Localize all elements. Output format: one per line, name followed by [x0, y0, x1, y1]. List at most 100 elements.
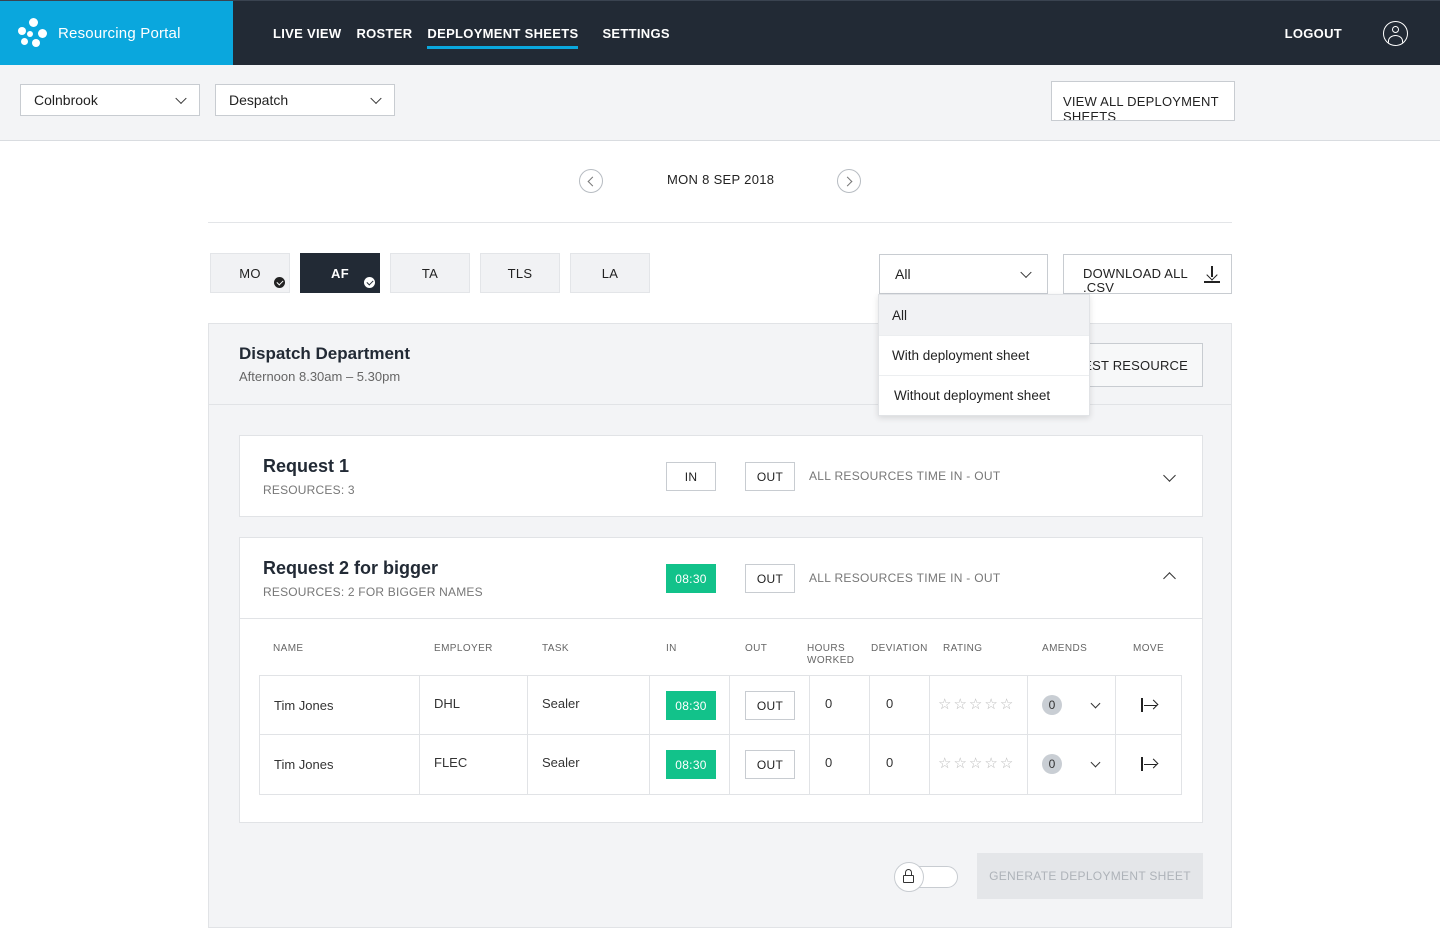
cell-out: OUT [730, 676, 810, 735]
shift-tab-label: TA [421, 265, 439, 281]
star-icon[interactable]: ☆ [984, 697, 997, 712]
move-arrow-icon[interactable] [1141, 757, 1159, 771]
row-time-in-button[interactable]: 08:30 [666, 691, 716, 720]
row-time-in-button[interactable]: 08:30 [666, 750, 716, 779]
star-icon[interactable]: ☆ [969, 697, 982, 712]
department-shift-time: Afternoon 8.30am – 5.30pm [239, 369, 401, 384]
shift-tab-af[interactable]: AF [300, 253, 380, 293]
nav-settings[interactable]: SETTINGS [602, 22, 669, 45]
star-icon[interactable]: ☆ [969, 756, 982, 771]
time-out-button[interactable]: OUT [745, 462, 795, 491]
amends-count-badge: 0 [1042, 754, 1062, 774]
time-in-button[interactable]: 08:30 [666, 564, 716, 593]
column-header-in: IN [666, 643, 677, 654]
nav-deployment-sheets[interactable]: DEPLOYMENT SHEETS [427, 22, 579, 49]
nav-live-view[interactable]: LIVE VIEW [273, 22, 341, 45]
row-time-out-button[interactable]: OUT [745, 691, 795, 720]
cell-employer: FLEC [420, 735, 528, 794]
table-row: Tim Jones DHL Sealer 08:30 OUT 0 0 ☆ ☆ ☆ ☆ ☆… [259, 675, 1182, 735]
star-icon[interactable]: ☆ [938, 697, 951, 712]
star-rating[interactable]: ☆ ☆ ☆ ☆ ☆ [938, 697, 1013, 712]
check-circle-icon [274, 277, 285, 288]
star-icon[interactable]: ☆ [938, 756, 951, 771]
column-header-amends: AMENDS [1042, 643, 1088, 654]
cell-task: Sealer [528, 735, 650, 794]
chevron-down-icon[interactable] [1163, 469, 1176, 482]
chevron-down-icon[interactable] [1090, 698, 1101, 709]
time-in-button[interactable]: IN [666, 462, 716, 491]
hours-worked-value: 0 [825, 755, 833, 770]
department-select[interactable]: Despatch [215, 84, 395, 116]
site-select-value: Colnbrook [34, 92, 98, 108]
generate-deployment-sheet-button[interactable]: GENERATE DEPLOYMENT SHEET [977, 853, 1203, 899]
cell-hours: 0 [810, 735, 870, 794]
menu-item-without-deployment-sheet[interactable]: Without deployment sheet [879, 375, 1089, 415]
cell-in: 08:30 [650, 676, 730, 735]
cell-deviation: 0 [870, 676, 930, 735]
section-divider [208, 222, 1232, 223]
star-rating[interactable]: ☆ ☆ ☆ ☆ ☆ [938, 756, 1013, 771]
previous-day-button[interactable] [579, 169, 603, 193]
chevron-down-icon [370, 92, 382, 105]
star-icon[interactable]: ☆ [984, 756, 997, 771]
chevron-up-icon[interactable] [1163, 572, 1176, 585]
column-header-task: TASK [542, 643, 569, 654]
chevron-down-icon[interactable] [1090, 757, 1101, 768]
cell-employer: DHL [420, 676, 528, 735]
all-resources-time-label: ALL RESOURCES TIME IN - OUT [809, 469, 1001, 483]
resource-name: Tim Jones [274, 757, 334, 772]
row-time-out-button[interactable]: OUT [745, 750, 795, 779]
cell-name: Tim Jones [260, 735, 420, 794]
column-header-hours-worked: HOURS WORKED [807, 643, 855, 666]
user-profile-icon[interactable] [1383, 21, 1408, 46]
request-card: Request 1 RESOURCES: 3 IN OUT ALL RESOUR… [239, 435, 1203, 517]
column-header-rating: RATING [943, 643, 983, 654]
column-header-name: NAME [273, 643, 304, 654]
shift-tab-mo[interactable]: MO [210, 253, 290, 293]
shift-tab-label: LA [601, 265, 619, 281]
star-icon[interactable]: ☆ [1000, 756, 1013, 771]
cell-deviation: 0 [870, 735, 930, 794]
logout-link[interactable]: LOGOUT [1285, 26, 1342, 41]
shift-tab-label: MO [239, 265, 261, 281]
cell-amends: 0 [1028, 676, 1116, 735]
shift-tab-ta[interactable]: TA [390, 253, 470, 293]
request-resources: RESOURCES: 3 [263, 483, 355, 497]
sheet-filter-value: All [895, 266, 911, 282]
menu-item-with-deployment-sheet[interactable]: With deployment sheet [879, 335, 1089, 375]
star-icon[interactable]: ☆ [953, 756, 966, 771]
cell-task: Sealer [528, 676, 650, 735]
lock-icon-body [903, 875, 914, 883]
next-day-button[interactable] [837, 169, 861, 193]
shift-tab-la[interactable]: LA [570, 253, 650, 293]
lock-toggle[interactable] [894, 862, 958, 892]
brand-area[interactable]: Resourcing Portal [0, 1, 233, 65]
request-resource-button[interactable]: REQUEST RESOURCE [1081, 343, 1203, 387]
shift-tab-tls[interactable]: TLS [480, 253, 560, 293]
star-icon[interactable]: ☆ [953, 697, 966, 712]
sheet-filter-select[interactable]: All [879, 254, 1048, 294]
time-out-button[interactable]: OUT [745, 564, 795, 593]
chevron-down-icon [175, 92, 187, 105]
cell-rating: ☆ ☆ ☆ ☆ ☆ [930, 735, 1028, 794]
download-csv-button[interactable]: DOWNLOAD ALL .CSV [1063, 254, 1232, 294]
task-value: Sealer [542, 755, 580, 770]
app-title: Resourcing Portal [58, 24, 181, 42]
request-resources: RESOURCES: 2 FOR BIGGER NAMES [263, 585, 483, 599]
menu-item-all[interactable]: All [879, 295, 1089, 335]
filter-bar: Colnbrook Despatch VIEW ALL DEPLOYMENT S… [0, 65, 1440, 141]
hours-worked-value: 0 [825, 696, 833, 711]
chevron-down-icon [1020, 266, 1032, 279]
view-all-deployment-sheets-button[interactable]: VIEW ALL DEPLOYMENT SHEETS [1051, 81, 1235, 121]
star-icon[interactable]: ☆ [1000, 697, 1013, 712]
move-arrow-icon[interactable] [1141, 698, 1159, 712]
card-divider [240, 618, 1202, 619]
cell-out: OUT [730, 735, 810, 794]
site-select[interactable]: Colnbrook [20, 84, 200, 116]
check-circle-icon [364, 277, 375, 288]
nav-roster[interactable]: ROSTER [356, 22, 412, 45]
amends-count-badge: 0 [1042, 695, 1062, 715]
request-title: Request 2 for bigger [263, 558, 439, 578]
employer-value: FLEC [434, 755, 468, 770]
download-csv-label: DOWNLOAD ALL .CSV [1083, 266, 1188, 294]
